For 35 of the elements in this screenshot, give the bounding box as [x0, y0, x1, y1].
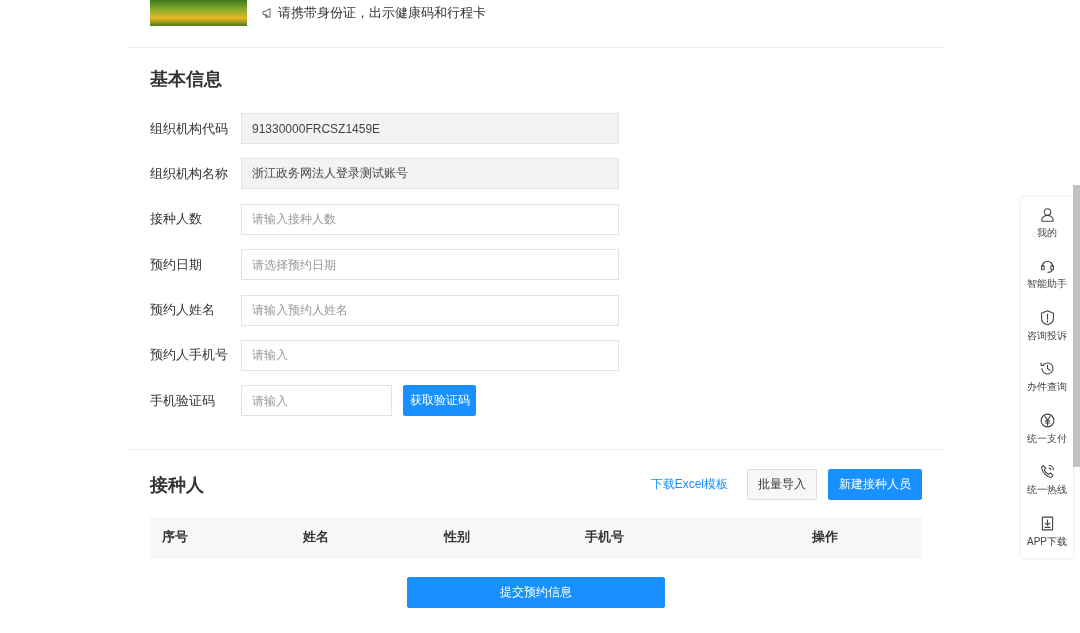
column-header: 姓名 — [302, 528, 330, 547]
history-icon — [1038, 360, 1056, 378]
input-field[interactable]: 请输入接种人数 — [241, 203, 619, 235]
notice-text: 请携带身份证，出示健康码和行程卡 — [278, 4, 486, 22]
field-label: 接种人数 — [150, 210, 203, 229]
input-field[interactable]: 请选择预约日期 — [241, 249, 619, 281]
side-menu-item[interactable]: 咨询投诉 — [1021, 300, 1073, 352]
yen-icon — [1038, 411, 1056, 429]
side-menu-item[interactable]: 我的 — [1021, 197, 1073, 249]
field-label: 组织机构代码 — [150, 119, 229, 138]
column-header: 序号 — [161, 528, 189, 547]
user-icon — [1038, 205, 1056, 223]
column-header: 手机号 — [584, 528, 625, 547]
input-field[interactable]: 请输入预约人姓名 — [241, 294, 619, 326]
side-menu-item[interactable]: 统一支付 — [1021, 403, 1073, 455]
phone-icon — [1038, 463, 1056, 481]
field-label: 预约人姓名 — [150, 301, 216, 320]
import-button[interactable]: 批量导入 — [747, 469, 817, 501]
column-header: 性别 — [442, 528, 471, 547]
field-label: 手机验证码 — [150, 391, 216, 410]
shield-icon — [1038, 308, 1056, 326]
section-title: 基本信息 — [150, 68, 223, 91]
megaphone-icon — [262, 7, 274, 19]
section-title: 接种人 — [150, 473, 205, 497]
field-label: 组织机构名称 — [150, 164, 229, 183]
field-label: 预约日期 — [150, 255, 203, 274]
scrollbar[interactable] — [1073, 185, 1080, 467]
column-header: 操作 — [811, 528, 839, 547]
side-menu-item[interactable]: 办件查询 — [1021, 351, 1073, 403]
side-menu-item[interactable]: 智能助手 — [1021, 248, 1073, 300]
side-menu-item[interactable]: APP下载 — [1021, 506, 1073, 558]
input-field[interactable]: 请输入 — [241, 339, 619, 371]
field-label: 预约人手机号 — [150, 346, 229, 365]
input-field[interactable]: 请输入 — [241, 385, 392, 417]
side-menu-item[interactable]: 统一热线 — [1021, 454, 1073, 506]
